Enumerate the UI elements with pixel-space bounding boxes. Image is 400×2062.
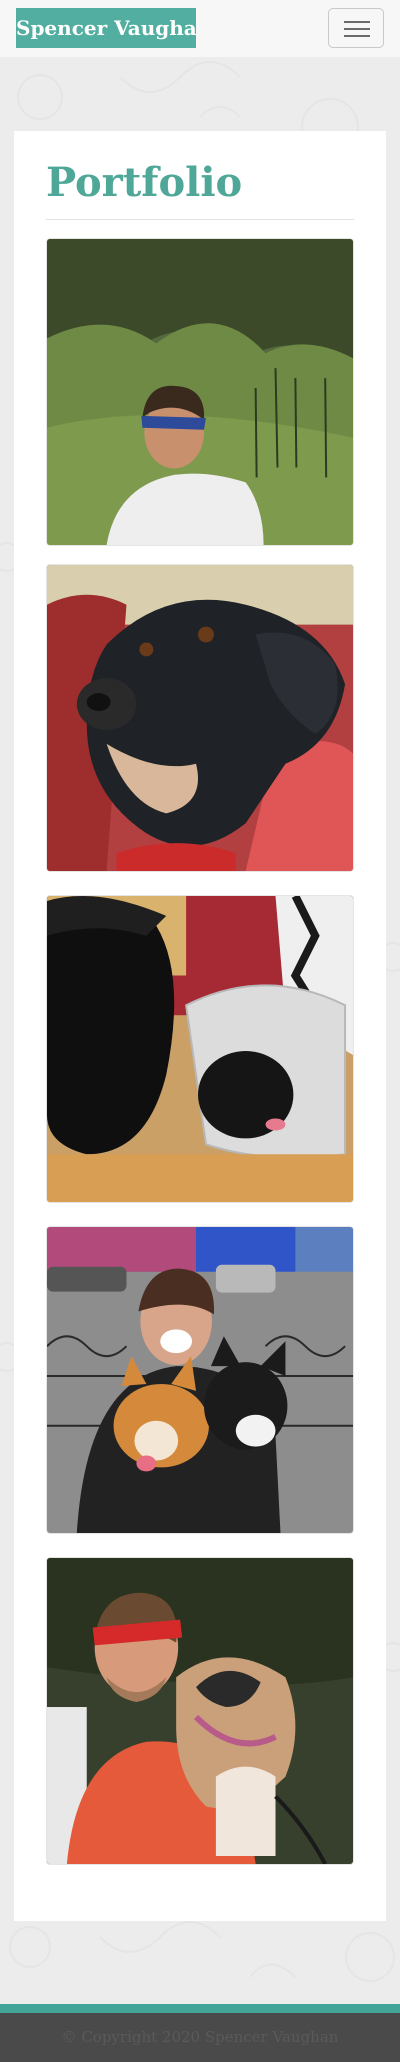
menu-toggle-button[interactable] [328, 8, 384, 48]
footer-accent-bar [0, 2004, 400, 2013]
navbar: Spencer Vaughan [0, 0, 400, 57]
brand-link[interactable]: Spencer Vaughan [16, 8, 196, 48]
portfolio-photo-black-dog[interactable] [46, 564, 354, 872]
portfolio-photo-dogs-with-cone[interactable] [46, 895, 354, 1203]
portfolio-photo-man-with-headband-and-dog[interactable] [46, 1557, 354, 1865]
copyright-text: © Copyright 2020 Spencer Vaughan [61, 2028, 339, 2046]
title-divider [46, 219, 354, 220]
page-title: Portfolio [46, 159, 243, 206]
portfolio-photo-man-in-valley[interactable] [46, 238, 354, 546]
portfolio-card: Portfolio [14, 131, 386, 1921]
portfolio-photo-man-with-corgis[interactable] [46, 1226, 354, 1534]
footer: © Copyright 2020 Spencer Vaughan [0, 2013, 400, 2062]
